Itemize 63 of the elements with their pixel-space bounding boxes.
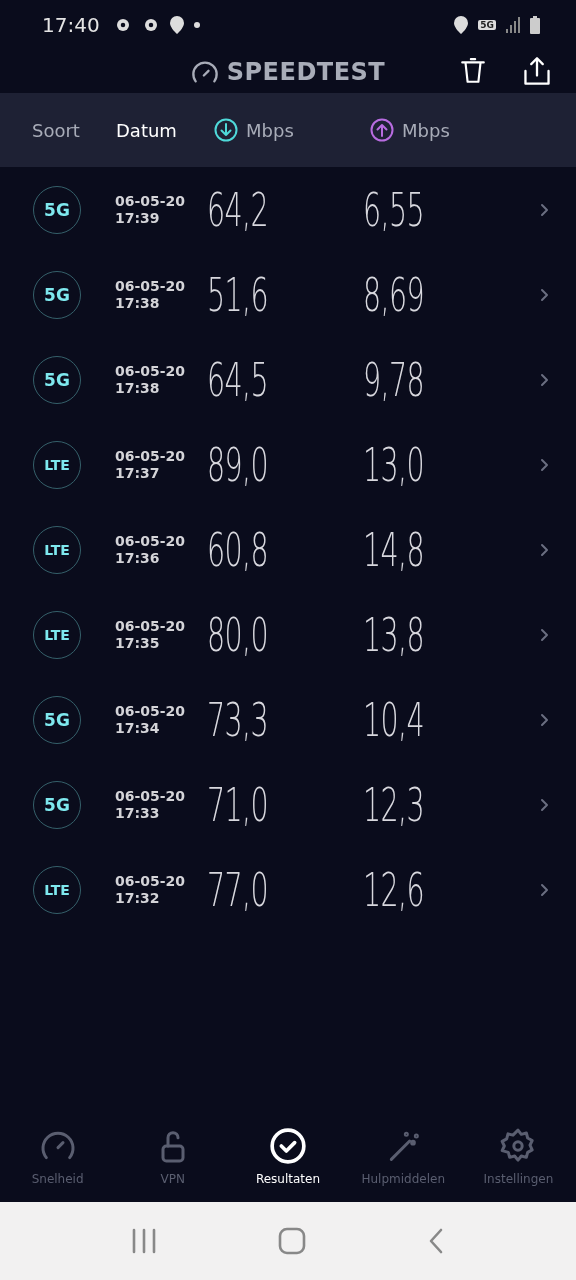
chevron-right-icon[interactable] xyxy=(538,881,550,898)
result-date: 06-05-20 xyxy=(115,532,187,550)
chevron-right-icon[interactable] xyxy=(538,796,550,813)
checkmark-circle-icon xyxy=(268,1126,308,1166)
location-pin-icon xyxy=(454,16,469,34)
sort-label: Soort xyxy=(32,119,81,141)
chevron-right-icon[interactable] xyxy=(538,456,550,473)
result-time: 17:36 xyxy=(115,549,161,567)
download-speed: 89,0 xyxy=(207,437,268,492)
location-pin-icon xyxy=(169,16,184,34)
upload-speed: 13,0 xyxy=(363,437,424,492)
signal-icon xyxy=(506,17,520,33)
result-time: 17:38 xyxy=(115,294,161,312)
sort-option[interactable]: Mbps xyxy=(370,118,490,142)
sort-option[interactable]: Mbps xyxy=(214,118,370,142)
upload-speed: 6,55 xyxy=(363,182,424,237)
upload-speed: 14,8 xyxy=(363,522,424,577)
download-speed: 73,3 xyxy=(207,692,268,747)
upload-speed: 9,78 xyxy=(363,352,424,407)
download-speed: 71,0 xyxy=(207,777,268,832)
download-speed: 60,8 xyxy=(207,522,268,577)
result-time: 17:35 xyxy=(115,634,161,652)
battery-icon xyxy=(530,16,540,34)
download-speed: 64,2 xyxy=(207,182,268,237)
upload-speed: 13,8 xyxy=(363,607,424,662)
result-date: 06-05-20 xyxy=(115,702,187,720)
result-time: 17:38 xyxy=(115,379,161,397)
download-speed: 77,0 xyxy=(207,862,268,917)
result-date: 06-05-20 xyxy=(115,787,187,805)
upload-speed: 12,3 xyxy=(363,777,424,832)
result-time: 17:37 xyxy=(115,464,161,482)
download-speed: 80,0 xyxy=(207,607,268,662)
result-date: 06-05-20 xyxy=(115,617,187,635)
result-time: 17:33 xyxy=(115,804,161,822)
home-icon[interactable] xyxy=(278,1227,306,1255)
chevron-right-icon[interactable] xyxy=(538,626,550,643)
result-time: 17:34 xyxy=(115,719,161,737)
recent-apps-icon[interactable] xyxy=(130,1228,157,1254)
upload-speed: 12,6 xyxy=(363,862,424,917)
status-time: 17:40 xyxy=(42,13,100,37)
result-date: 06-05-20 xyxy=(115,192,187,210)
result-date: 06-05-20 xyxy=(115,277,187,295)
dot-icon xyxy=(193,22,200,28)
speedometer-icon xyxy=(190,59,219,84)
result-date: 06-05-20 xyxy=(115,447,187,465)
chevron-right-icon[interactable] xyxy=(538,371,550,388)
upload-speed: 10,4 xyxy=(363,692,424,747)
result-time: 17:39 xyxy=(115,209,161,227)
result-time: 17:32 xyxy=(115,889,161,907)
sort-option[interactable]: Datum xyxy=(116,119,214,141)
chevron-right-icon[interactable] xyxy=(538,711,550,728)
nav-tab[interactable]: Resultaten xyxy=(230,1126,346,1186)
download-speed: 51,6 xyxy=(207,267,268,322)
result-date: 06-05-20 xyxy=(115,362,187,380)
chevron-right-icon[interactable] xyxy=(538,286,550,303)
upload-speed: 8,69 xyxy=(363,267,424,322)
result-date: 06-05-20 xyxy=(115,872,187,890)
network-type: 5G xyxy=(478,20,496,30)
share-icon[interactable] xyxy=(522,54,552,88)
chevron-right-icon[interactable] xyxy=(538,541,550,558)
app-title: SPEEDTEST xyxy=(226,57,386,86)
chevron-right-icon[interactable] xyxy=(538,201,550,218)
download-speed: 64,5 xyxy=(207,352,268,407)
